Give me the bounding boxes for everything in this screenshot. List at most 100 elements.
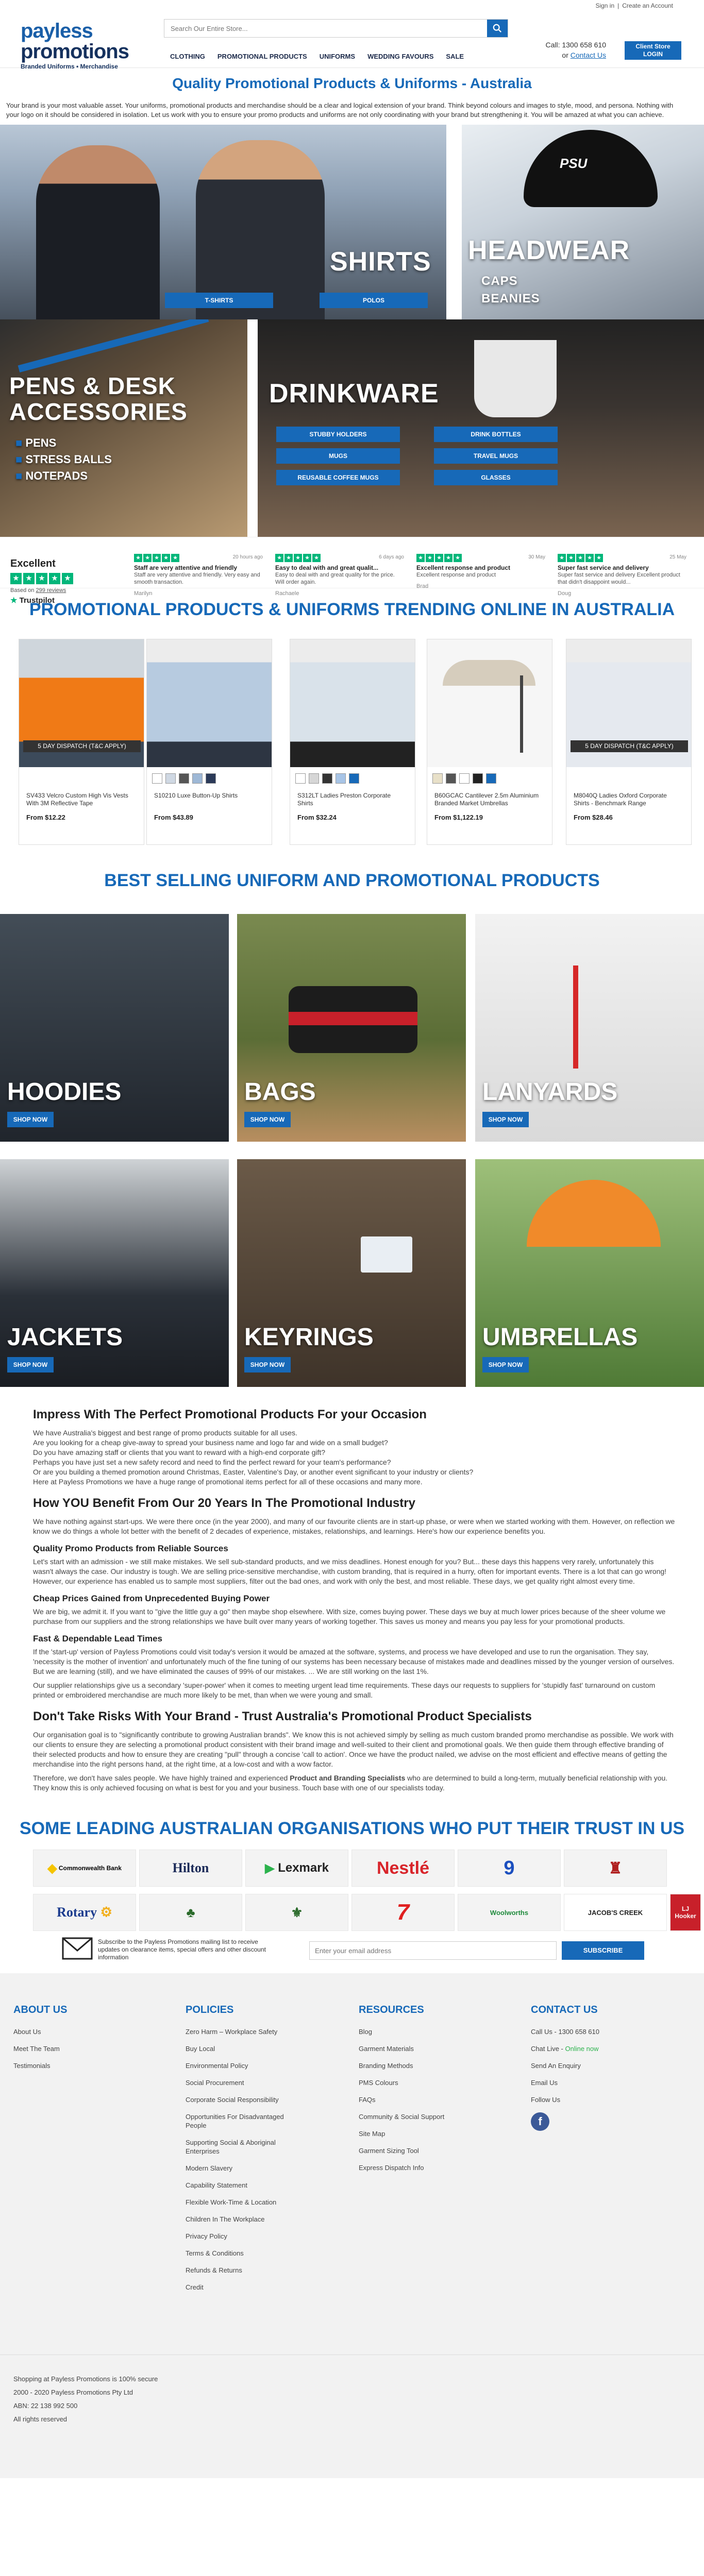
shop-now-button[interactable]: SHOP NOW bbox=[7, 1112, 54, 1127]
jackets-tile[interactable]: JACKETS SHOP NOW bbox=[0, 1159, 229, 1387]
product-card[interactable]: B60GCAC Cantilever 2.5m Aluminium Brande… bbox=[427, 639, 552, 845]
newsletter-email-input[interactable] bbox=[309, 1941, 557, 1960]
footer-phone[interactable]: Call Us - 1300 658 610 bbox=[531, 2027, 639, 2036]
pens-desk-tile[interactable]: PENS & DESK ACCESSORIES PENS STRESS BALL… bbox=[0, 319, 247, 537]
footer-link[interactable]: Garment Sizing Tool bbox=[359, 2146, 467, 2155]
footer-link[interactable]: Environmental Policy bbox=[186, 2061, 294, 2070]
color-swatch[interactable] bbox=[295, 773, 306, 784]
color-swatch[interactable] bbox=[432, 773, 443, 784]
review-card[interactable]: ★ ★ ★ ★ ★ 25 May Super fast service and deli… bbox=[558, 554, 686, 597]
footer-link[interactable]: Site Map bbox=[359, 2129, 467, 2138]
product-name[interactable]: S312LT Ladies Preston Corporate Shirts bbox=[290, 788, 415, 809]
color-swatch[interactable] bbox=[179, 773, 189, 784]
footer-link[interactable]: Capability Statement bbox=[186, 2181, 294, 2190]
nav-uniforms[interactable]: UNIFORMS bbox=[313, 46, 361, 66]
nav-wedding-favours[interactable]: WEDDING FAVOURS bbox=[361, 46, 440, 66]
footer-link[interactable]: Zero Harm – Workplace Safety bbox=[186, 2027, 294, 2036]
nav-sale[interactable]: SALE bbox=[440, 46, 470, 66]
caps-label[interactable]: CAPS bbox=[481, 274, 518, 289]
lanyards-tile[interactable]: LANYARDS SHOP NOW bbox=[475, 914, 704, 1142]
contact-us-link[interactable]: Contact Us bbox=[571, 51, 606, 59]
review-card[interactable]: ★ ★ ★ ★ ★ 30 May Excellent response and prod… bbox=[416, 554, 545, 590]
footer-link[interactable]: Social Procurement bbox=[186, 2078, 294, 2087]
product-name[interactable]: B60GCAC Cantilever 2.5m Aluminium Brande… bbox=[427, 788, 552, 809]
client-store-login-button[interactable]: Client Store LOGIN bbox=[625, 41, 681, 60]
footer-link[interactable]: PMS Colours bbox=[359, 2078, 467, 2087]
footer-link[interactable]: Community & Social Support bbox=[359, 2112, 467, 2121]
product-card[interactable]: 5 DAY DISPATCH (T&C APPLY) SV433 Velcro … bbox=[19, 639, 144, 845]
product-name[interactable]: M8040Q Ladies Oxford Corporate Shirts - … bbox=[566, 788, 691, 809]
bags-tile[interactable]: BAGS SHOP NOW bbox=[237, 914, 466, 1142]
footer-link[interactable]: Refunds & Returns bbox=[186, 2266, 294, 2275]
color-swatch[interactable] bbox=[322, 773, 332, 784]
color-swatch[interactable] bbox=[152, 773, 162, 784]
glasses-button[interactable]: GLASSES bbox=[434, 470, 558, 485]
shop-now-button[interactable]: SHOP NOW bbox=[7, 1357, 54, 1372]
search-input[interactable] bbox=[164, 20, 487, 37]
color-swatch[interactable] bbox=[309, 773, 319, 784]
footer-link[interactable]: Meet The Team bbox=[13, 2044, 122, 2053]
stress-balls-bullet[interactable]: STRESS BALLS bbox=[15, 451, 111, 468]
mugs-button[interactable]: MUGS bbox=[276, 448, 400, 464]
site-logo[interactable]: payless promotions Branded Uniforms • Mer… bbox=[21, 21, 129, 70]
t-shirts-button[interactable]: T-SHIRTS bbox=[165, 293, 273, 308]
color-swatch[interactable] bbox=[206, 773, 216, 784]
color-swatch[interactable] bbox=[349, 773, 359, 784]
umbrellas-tile[interactable]: UMBRELLAS SHOP NOW bbox=[475, 1159, 704, 1387]
hoodies-tile[interactable]: HOODIES SHOP NOW bbox=[0, 914, 229, 1142]
review-card[interactable]: ★ ★ ★ ★ ★ 20 hours ago Staff are very attent… bbox=[134, 554, 263, 597]
product-card[interactable]: S10210 Luxe Button-Up Shirts From $43.89 bbox=[146, 639, 272, 845]
search-button[interactable] bbox=[487, 20, 508, 37]
drinkware-tile[interactable]: DRINKWARE STUBBY HOLDERS DRINK BOTTLES M… bbox=[258, 319, 704, 537]
shop-now-button[interactable]: SHOP NOW bbox=[482, 1357, 529, 1372]
color-swatch[interactable] bbox=[192, 773, 203, 784]
shirts-tile[interactable]: SHIRTS T-SHIRTS POLOS bbox=[0, 125, 446, 319]
footer-link[interactable]: Opportunities For Disadvantaged People bbox=[186, 2112, 294, 2130]
footer-link[interactable]: Terms & Conditions bbox=[186, 2249, 294, 2258]
drink-bottles-button[interactable]: DRINK BOTTLES bbox=[434, 427, 558, 442]
shop-now-button[interactable]: SHOP NOW bbox=[482, 1112, 529, 1127]
nav-promotional-products[interactable]: PROMOTIONAL PRODUCTS bbox=[211, 46, 313, 66]
headwear-tile[interactable]: PSU HEADWEAR CAPS BEANIES bbox=[462, 125, 704, 319]
shop-now-button[interactable]: SHOP NOW bbox=[244, 1112, 291, 1127]
facebook-icon[interactable]: f bbox=[531, 2112, 549, 2131]
color-swatch[interactable] bbox=[486, 773, 496, 784]
color-swatch[interactable] bbox=[473, 773, 483, 784]
footer-link[interactable]: Credit bbox=[186, 2283, 294, 2292]
color-swatch[interactable] bbox=[336, 773, 346, 784]
footer-link[interactable]: Modern Slavery bbox=[186, 2164, 294, 2173]
footer-chat[interactable]: Chat Live - Online now bbox=[531, 2044, 639, 2053]
keyrings-tile[interactable]: KEYRINGS SHOP NOW bbox=[237, 1159, 466, 1387]
footer-link[interactable]: About Us bbox=[13, 2027, 122, 2036]
subscribe-button[interactable]: SUBSCRIBE bbox=[562, 1941, 644, 1960]
review-card[interactable]: ★ ★ ★ ★ ★ 6 days ago Easy to deal with and g… bbox=[275, 554, 404, 597]
nav-clothing[interactable]: CLOTHING bbox=[164, 46, 211, 66]
pens-bullet[interactable]: PENS bbox=[15, 435, 112, 451]
footer-link[interactable]: Garment Materials bbox=[359, 2044, 467, 2053]
color-swatch[interactable] bbox=[446, 773, 456, 784]
color-swatch[interactable] bbox=[165, 773, 176, 784]
reviews-count-link[interactable]: 299 reviews bbox=[36, 587, 66, 594]
phone-number[interactable]: Call: 1300 658 610 bbox=[545, 40, 606, 50]
shop-now-button[interactable]: SHOP NOW bbox=[244, 1357, 291, 1372]
travel-mugs-button[interactable]: TRAVEL MUGS bbox=[434, 448, 558, 464]
footer-link[interactable]: Branding Methods bbox=[359, 2061, 467, 2070]
footer-link[interactable]: Flexible Work-Time & Location bbox=[186, 2198, 294, 2207]
trustpilot-summary[interactable]: Excellent ★ ★ ★ ★ ★ Based on 299 reviews ★ T… bbox=[10, 558, 113, 605]
reusable-coffee-mugs-button[interactable]: REUSABLE COFFEE MUGS bbox=[276, 470, 400, 485]
notepads-bullet[interactable]: NOTEPADS bbox=[15, 468, 112, 484]
footer-link[interactable]: Testimonials bbox=[13, 2061, 122, 2070]
footer-enquiry[interactable]: Send An Enquiry bbox=[531, 2061, 639, 2070]
footer-link[interactable]: Blog bbox=[359, 2027, 467, 2036]
footer-email[interactable]: Email Us bbox=[531, 2078, 639, 2087]
create-account-link[interactable]: Create an Account bbox=[622, 2, 673, 9]
polos-button[interactable]: POLOS bbox=[320, 293, 428, 308]
footer-link[interactable]: Supporting Social & Aboriginal Enterpris… bbox=[186, 2138, 294, 2156]
product-card[interactable]: 5 DAY DISPATCH (T&C APPLY) M8040Q Ladies… bbox=[566, 639, 692, 845]
sign-in-link[interactable]: Sign in bbox=[595, 2, 614, 9]
product-name[interactable]: SV433 Velcro Custom High Vis Vests With … bbox=[19, 788, 144, 809]
footer-link[interactable]: Children In The Workplace bbox=[186, 2215, 294, 2224]
footer-link[interactable]: Buy Local bbox=[186, 2044, 294, 2053]
footer-link[interactable]: Express Dispatch Info bbox=[359, 2163, 467, 2172]
product-card[interactable]: S312LT Ladies Preston Corporate Shirts F… bbox=[290, 639, 415, 845]
